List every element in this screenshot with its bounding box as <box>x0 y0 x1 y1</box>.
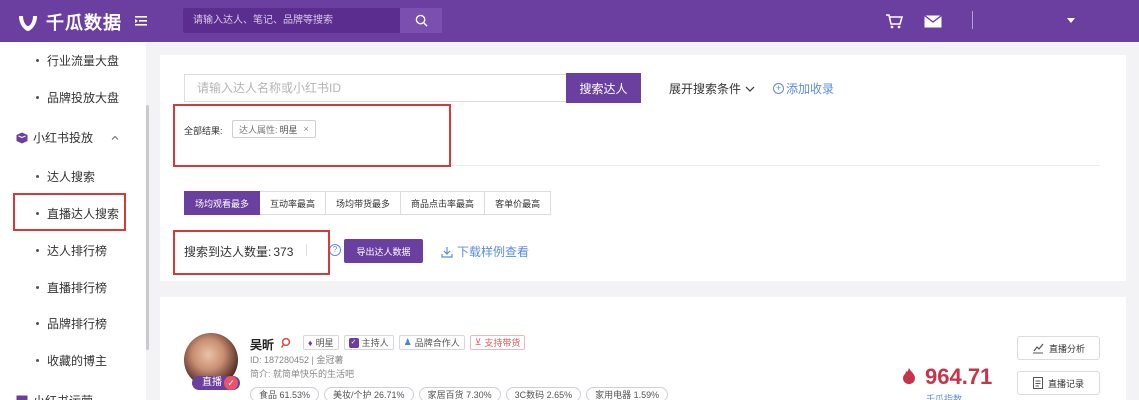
cube-icon <box>16 132 28 143</box>
tab-unit-price[interactable]: 客单价最高 <box>485 191 552 215</box>
category-tag: 家居百货 7.30% <box>418 387 501 400</box>
category-tag: 3C数码 2.65% <box>505 387 582 400</box>
logo-icon <box>19 16 37 31</box>
badge-label: 品牌合作人 <box>414 338 460 348</box>
sidebar-group-xhs-ops[interactable]: 小红书运营 <box>16 392 93 400</box>
action-label: 直播分析 <box>1048 343 1085 354</box>
tab-engagement-rate[interactable]: 互动率最高 <box>260 191 327 215</box>
influencer-name[interactable]: 吴昕 <box>250 336 274 353</box>
influencer-card[interactable]: 直播 ✓ 吴昕 ♦ 明星 ✓ 主持人 ♟ 品牌合作人 ⊻ 支持带货 ID: 187280… <box>160 297 1126 400</box>
search-icon <box>415 14 428 27</box>
sidebar-item-influencer-search[interactable]: 达人搜索 <box>36 168 95 185</box>
document-icon <box>1032 377 1043 389</box>
sidebar-group-label: 小红书投放 <box>33 131 94 145</box>
bullet-icon <box>36 59 39 62</box>
chart-icon <box>16 395 28 400</box>
cart-small-icon: ⊻ <box>474 337 482 347</box>
category-tags: 食品 61.53% 美妆/个护 26.71% 家居百货 7.30% 3C数码 2… <box>250 387 673 400</box>
bullet-icon <box>36 322 39 325</box>
help-icon[interactable]: ? <box>329 244 341 256</box>
highlight-box-sidebar <box>13 193 126 231</box>
global-search <box>183 8 442 33</box>
sidebar-item-label: 达人排行榜 <box>47 244 108 258</box>
download-icon <box>441 246 453 258</box>
influencer-badges: ♦ 明星 ✓ 主持人 ♟ 品牌合作人 ⊻ 支持带货 <box>303 335 530 350</box>
action-label: 直播记录 <box>1047 378 1084 389</box>
sidebar-item-label: 品牌排行榜 <box>47 317 108 331</box>
chevron-down-icon <box>745 86 755 92</box>
sidebar-group-label: 小红书运营 <box>33 392 93 400</box>
brand-name: 千瓜数据 <box>46 13 122 33</box>
badge-supports-sales: ⊻ 支持带货 <box>469 335 526 350</box>
chevron-up-icon <box>111 135 119 140</box>
plus-circle-icon: + <box>773 83 784 94</box>
badge-label: 主持人 <box>361 338 389 348</box>
sidebar-item-label: 达人搜索 <box>47 170 96 184</box>
bullet-icon <box>36 286 39 289</box>
expand-label: 展开搜索条件 <box>669 82 742 96</box>
qiangua-index-label[interactable]: 千瓜指数 <box>926 392 962 400</box>
location-pin-icon <box>280 337 291 348</box>
download-sample-label: 下载样例查看 <box>457 245 530 259</box>
verified-check-icon: ✓ <box>224 376 238 390</box>
influencer-intro: 简介: 就简单快乐的生活吧 <box>250 369 355 379</box>
sidebar-item-live-ranking[interactable]: 直播排行榜 <box>36 279 107 296</box>
cart-icon[interactable] <box>885 13 903 29</box>
user-icon: ♟ <box>403 337 412 347</box>
category-tag: 食品 61.53% <box>250 387 320 400</box>
sidebar-item-label: 行业流量大盘 <box>47 54 120 68</box>
badge-brand-partner: ♟ 品牌合作人 <box>398 335 465 350</box>
add-collection-link[interactable]: + 添加收录 <box>773 80 834 97</box>
bullet-icon <box>36 96 39 99</box>
fire-icon <box>903 368 915 384</box>
tab-avg-sales[interactable]: 场均带货最多 <box>326 191 402 215</box>
badge-host: ✓ 主持人 <box>343 335 394 350</box>
chart-line-icon <box>1032 343 1044 353</box>
sidebar-item-brand-overview[interactable]: 品牌投放大盘 <box>36 89 119 106</box>
sidebar-item-favorite-bloggers[interactable]: 收藏的博主 <box>36 352 107 369</box>
highlight-box-count <box>173 230 330 275</box>
mail-icon[interactable] <box>924 15 942 28</box>
sidebar-item-industry-traffic[interactable]: 行业流量大盘 <box>36 52 119 69</box>
bullet-icon <box>36 249 39 252</box>
influencer-id: ID: 187280452 | 金冠薯 <box>250 355 344 365</box>
badge-star: ♦ 明星 <box>303 335 339 350</box>
menu-toggle-icon[interactable] <box>133 13 149 29</box>
live-analysis-button[interactable]: 直播分析 <box>1017 336 1100 360</box>
sidebar-item-influencer-ranking[interactable]: 达人排行榜 <box>36 242 107 259</box>
sidebar-item-label: 直播排行榜 <box>47 281 108 295</box>
add-collection-label: 添加收录 <box>786 82 835 96</box>
sidebar-item-brand-ranking[interactable]: 品牌排行榜 <box>36 315 107 332</box>
search-influencer-button[interactable]: 搜索达人 <box>566 73 641 103</box>
check-icon: ✓ <box>348 337 359 348</box>
sidebar-scrollbar-thumb[interactable] <box>146 105 149 350</box>
top-header: 千瓜数据 <box>0 0 1139 42</box>
tab-avg-views[interactable]: 场均观看最多 <box>184 191 261 215</box>
sidebar-item-label: 收藏的博主 <box>47 354 108 368</box>
tab-click-rate[interactable]: 商品点击率最高 <box>401 191 486 215</box>
export-data-button[interactable]: 导出达人数据 <box>344 239 423 263</box>
category-tag: 家用电器 1.59% <box>586 387 669 400</box>
expand-search-conditions[interactable]: 展开搜索条件 <box>669 80 755 97</box>
logo[interactable]: 千瓜数据 <box>16 9 122 35</box>
category-tag: 美妆/个护 26.71% <box>324 387 414 400</box>
badge-label: 明星 <box>315 338 334 348</box>
sidebar-group-xhs-ads[interactable]: 小红书投放 <box>16 129 119 146</box>
user-menu-caret-icon[interactable] <box>1067 18 1075 23</box>
bullet-icon <box>36 175 39 178</box>
bullet-icon <box>36 359 39 362</box>
download-sample-link[interactable]: 下载样例查看 <box>441 243 529 260</box>
global-search-button[interactable] <box>400 8 442 33</box>
influencer-search-input[interactable] <box>184 74 567 102</box>
star-icon: ♦ <box>308 337 313 348</box>
sidebar-item-label: 品牌投放大盘 <box>47 91 120 105</box>
header-divider <box>972 11 973 29</box>
sort-tabs: 场均观看最多 互动率最高 场均带货最多 商品点击率最高 客单价最高 <box>184 191 552 215</box>
live-records-button[interactable]: 直播记录 <box>1017 371 1100 395</box>
badge-label: 支持带货 <box>484 338 521 348</box>
highlight-box-filters <box>173 104 451 167</box>
qiangua-index-value: 964.71 <box>925 364 993 389</box>
global-search-input[interactable] <box>183 8 400 33</box>
